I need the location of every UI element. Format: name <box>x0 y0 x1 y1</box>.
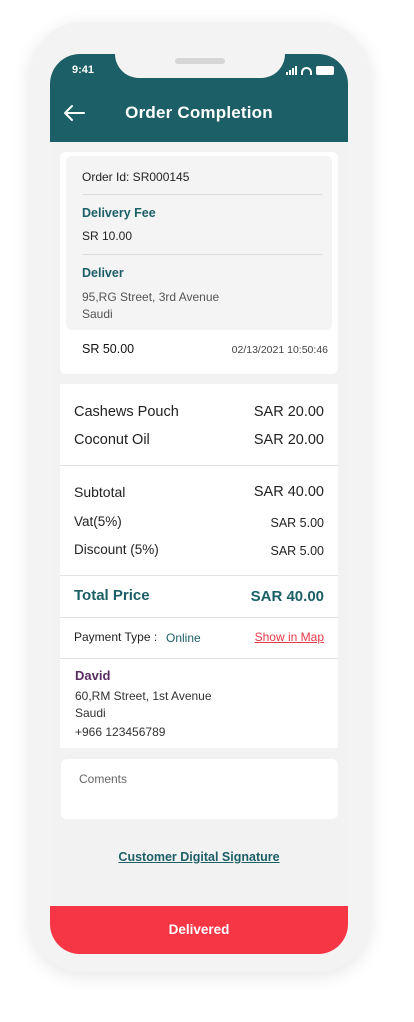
battery-icon <box>316 66 334 75</box>
order-detail-card: Cashews Pouch SAR 20.00 Coconut Oil SAR … <box>60 384 338 748</box>
discount-value: SAR 5.00 <box>270 544 324 558</box>
delivery-fee-value: SR 10.00 <box>82 229 133 243</box>
subtotal-value: SAR 40.00 <box>253 484 324 500</box>
comments-placeholder: Coments <box>79 772 128 786</box>
comments-input[interactable]: Coments <box>61 759 338 819</box>
item-name: Coconut Oil <box>74 432 150 448</box>
customer-phone: +966 123456789 <box>75 725 166 739</box>
divider <box>82 194 322 195</box>
discount-label: Discount (5%) <box>74 542 159 557</box>
item-name: Cashews Pouch <box>74 404 179 420</box>
divider <box>60 658 338 659</box>
payment-type-value: Online <box>166 631 201 645</box>
customer-name: David <box>75 668 111 683</box>
speaker-grille <box>175 58 225 64</box>
item-price: SAR 20.00 <box>253 432 324 448</box>
payment-type-label: Payment Type : <box>74 630 158 644</box>
vat-value: SAR 5.00 <box>270 516 324 530</box>
item-price: SAR 20.00 <box>253 404 324 420</box>
divider <box>60 465 338 466</box>
deliver-address-line1: 95,RG Street, 3rd Avenue <box>82 290 220 304</box>
total-price-value: SAR 40.00 <box>250 588 324 605</box>
total-price-label: Total Price <box>74 587 150 604</box>
divider <box>82 254 322 255</box>
order-info-panel: Order Id: SR000145 Delivery Fee SR 10.00… <box>66 156 332 330</box>
order-time: 10:50:46 <box>287 344 328 356</box>
phone-notch <box>115 22 285 78</box>
order-total: SR 50.00 <box>82 342 135 356</box>
deliver-label: Deliver <box>82 266 124 280</box>
status-icons <box>286 66 334 75</box>
delivery-fee-label: Delivery Fee <box>82 206 156 220</box>
order-card: Order Id: SR000145 Delivery Fee SR 10.00… <box>60 152 338 374</box>
divider <box>60 575 338 576</box>
customer-signature-link[interactable]: Customer Digital Signature <box>50 850 348 864</box>
status-time: 9:41 <box>72 64 95 76</box>
delivered-button[interactable]: Delivered <box>50 906 348 954</box>
order-datetime: 02/13/2021 10:50:46 <box>232 344 328 356</box>
divider <box>60 617 338 618</box>
show-in-map-link[interactable]: Show in Map <box>255 630 324 644</box>
customer-address-line2: Saudi <box>75 706 106 720</box>
deliver-address-line2: Saudi <box>82 307 113 321</box>
signal-icon <box>286 66 297 75</box>
order-date: 02/13/2021 <box>231 344 285 356</box>
wifi-icon <box>301 67 312 75</box>
app-screen: 9:41 Order Completion Order Id: SR000145… <box>50 54 348 954</box>
subtotal-label: Subtotal <box>74 484 126 500</box>
vat-label: Vat(5%) <box>74 514 122 529</box>
page-title: Order Completion <box>125 103 273 122</box>
customer-address-line1: 60,RM Street, 1st Avenue <box>75 689 212 703</box>
order-id: Order Id: SR000145 <box>82 170 190 184</box>
